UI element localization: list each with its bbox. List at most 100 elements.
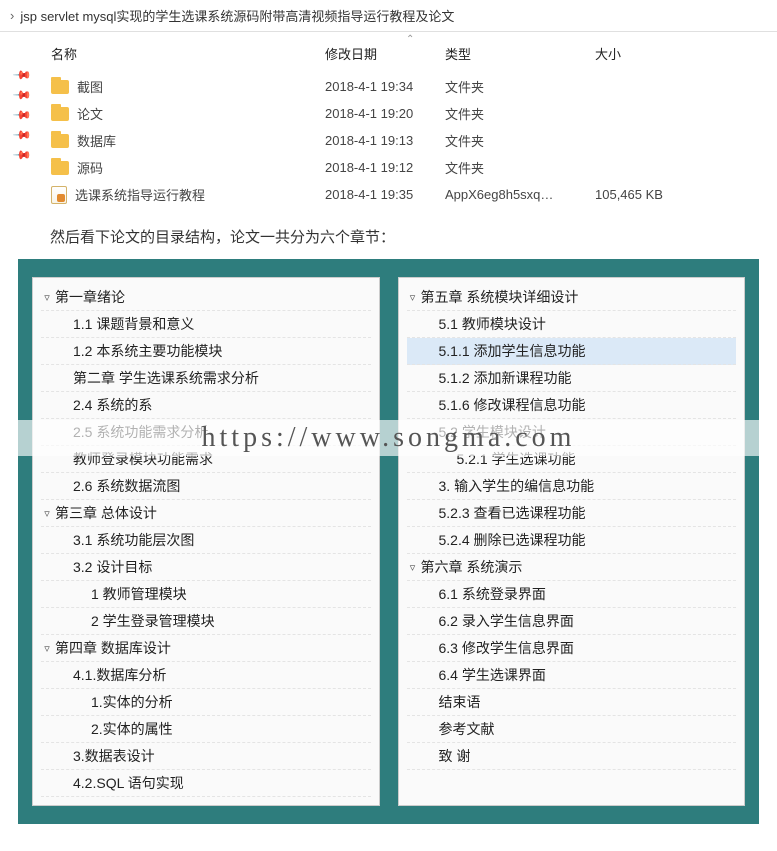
- pin-icon: 📌: [12, 85, 32, 105]
- toc-item[interactable]: 3. 输入学生的编信息功能: [407, 473, 737, 500]
- toc-item-label: 4.2.SQL 语句实现: [73, 773, 184, 793]
- toc-item[interactable]: ▿第三章 总体设计: [41, 500, 371, 527]
- toc-item[interactable]: 5.2.1 学生选课功能: [407, 446, 737, 473]
- file-type: 文件夹: [445, 158, 595, 177]
- toc-item[interactable]: 5.1.6 修改课程信息功能: [407, 392, 737, 419]
- toc-right-panel: ▿第五章 系统模块详细设计 5.1 教师模块设计 5.1.1 添加学生信息功能 5.1…: [398, 277, 746, 806]
- toc-item[interactable]: 5.2 学生模块设计: [407, 419, 737, 446]
- breadcrumb-title: jsp servlet mysql实现的学生选课系统源码附带高清视频指导运行教程…: [20, 6, 454, 25]
- toc-item-label: 5.2 学生模块设计: [439, 422, 546, 442]
- folder-icon: [51, 80, 69, 94]
- file-type: AppX6eg8h5sxq…: [445, 187, 595, 202]
- toc-item-label: 第三章 总体设计: [55, 503, 157, 523]
- toc-item[interactable]: 第二章 学生选课系统需求分析: [41, 365, 371, 392]
- toc-item-label: 2 学生登录管理模块: [91, 611, 215, 631]
- toc-item[interactable]: ▿第一章绪论: [41, 284, 371, 311]
- toc-item[interactable]: 2.6 系统数据流图: [41, 473, 371, 500]
- toc-left-panel: ▿第一章绪论1.1 课题背景和意义1.2 本系统主要功能模块第二章 学生选课系统…: [32, 277, 380, 806]
- toc-item[interactable]: 5.2.4 删除已选课程功能: [407, 527, 737, 554]
- toc-item-label: 6.1 系统登录界面: [439, 584, 546, 604]
- caret-icon: ▿: [41, 507, 53, 520]
- toc-item[interactable]: 4.1.数据库分析: [41, 662, 371, 689]
- toc-item[interactable]: 1.2 本系统主要功能模块: [41, 338, 371, 365]
- pin-column: 📌 📌 📌 📌 📌: [0, 32, 45, 208]
- toc-item[interactable]: 1.1 课题背景和意义: [41, 311, 371, 338]
- toc-item-label: 5.2.4 删除已选课程功能: [439, 530, 586, 550]
- toc-item[interactable]: 5.1.1 添加学生信息功能: [407, 338, 737, 365]
- file-name: 源码: [77, 158, 103, 177]
- toc-container: ▿第一章绪论1.1 课题背景和意义1.2 本系统主要功能模块第二章 学生选课系统…: [18, 259, 759, 824]
- toc-item-label: 5.1 教师模块设计: [439, 314, 546, 334]
- note-text: 然后看下论文的目录结构，论文一共分为六个章节：: [0, 208, 777, 259]
- toc-item[interactable]: 参考文献: [407, 716, 737, 743]
- toc-item[interactable]: 5.1.2 添加新课程功能: [407, 365, 737, 392]
- toc-item-label: 3.2 设计目标: [73, 557, 152, 577]
- folder-icon: [51, 161, 69, 175]
- toc-item[interactable]: 1 教师管理模块: [41, 581, 371, 608]
- toc-item[interactable]: 5.1 教师模块设计: [407, 311, 737, 338]
- file-date: 2018-4-1 19:20: [325, 106, 445, 121]
- caret-icon: ▿: [41, 642, 53, 655]
- caret-icon: ▿: [41, 291, 53, 304]
- toc-item[interactable]: ▿第六章 系统演示: [407, 554, 737, 581]
- pin-icon: 📌: [12, 65, 32, 85]
- file-row[interactable]: 数据库 2018-4-1 19:13文件夹: [45, 127, 767, 154]
- toc-item[interactable]: 5.2.3 查看已选课程功能: [407, 500, 737, 527]
- column-name[interactable]: 名称: [45, 44, 325, 63]
- toc-item[interactable]: 教师登录模块功能需求: [41, 446, 371, 473]
- toc-item-label: 结束语: [439, 692, 481, 712]
- file-name: 选课系统指导运行教程: [75, 185, 205, 204]
- toc-item-label: 5.1.2 添加新课程功能: [439, 368, 572, 388]
- file-row[interactable]: 截图2018-4-1 19:34文件夹: [45, 73, 767, 100]
- pin-icon: 📌: [12, 125, 32, 145]
- column-type[interactable]: 类型: [445, 44, 595, 63]
- toc-item[interactable]: 3.数据表设计: [41, 743, 371, 770]
- file-row[interactable]: 论文2018-4-1 19:20文件夹: [45, 100, 767, 127]
- breadcrumb[interactable]: › jsp servlet mysql实现的学生选课系统源码附带高清视频指导运行…: [0, 0, 777, 32]
- toc-item-label: 第四章 数据库设计: [55, 638, 171, 658]
- file-list: 截图2018-4-1 19:34文件夹论文2018-4-1 19:20文件夹数据…: [45, 73, 767, 208]
- toc-item-label: 致 谢: [439, 746, 471, 766]
- toc-item[interactable]: 6.3 修改学生信息界面: [407, 635, 737, 662]
- toc-item[interactable]: 4.2.SQL 语句实现: [41, 770, 371, 797]
- file-type: 文件夹: [445, 131, 595, 150]
- toc-item-label: 1.2 本系统主要功能模块: [73, 341, 222, 361]
- toc-item-label: 第一章绪论: [55, 287, 125, 307]
- toc-item[interactable]: 6.1 系统登录界面: [407, 581, 737, 608]
- toc-item-label: 6.4 学生选课界面: [439, 665, 546, 685]
- toc-item[interactable]: 2.5 系统功能需求分析: [41, 419, 371, 446]
- toc-item[interactable]: 2.实体的属性: [41, 716, 371, 743]
- toc-item-label: 2.5 系统功能需求分析: [73, 422, 208, 442]
- file-name: 数据库: [77, 131, 116, 150]
- sort-indicator-icon: ⌃: [406, 34, 414, 45]
- toc-item[interactable]: 2.4 系统的系: [41, 392, 371, 419]
- toc-item[interactable]: 结束语: [407, 689, 737, 716]
- file-row[interactable]: 选课系统指导运行教程2018-4-1 19:35AppX6eg8h5sxq…10…: [45, 181, 767, 208]
- toc-item-label: 教师登录模块功能需求: [73, 449, 213, 469]
- toc-item-label: 3.1 系统功能层次图: [73, 530, 194, 550]
- toc-item[interactable]: 2 学生登录管理模块: [41, 608, 371, 635]
- toc-item-label: 6.2 录入学生信息界面: [439, 611, 574, 631]
- toc-item[interactable]: 6.4 学生选课界面: [407, 662, 737, 689]
- column-date[interactable]: 修改日期: [325, 44, 445, 63]
- file-name: 截图: [77, 77, 103, 96]
- toc-item-label: 1.实体的分析: [91, 692, 173, 712]
- toc-item-label: 3.数据表设计: [73, 746, 155, 766]
- toc-item[interactable]: ▿第五章 系统模块详细设计: [407, 284, 737, 311]
- toc-item-label: 5.2.1 学生选课功能: [457, 449, 576, 469]
- file-date: 2018-4-1 19:13: [325, 133, 445, 148]
- toc-item[interactable]: 致 谢: [407, 743, 737, 770]
- toc-item-label: 2.4 系统的系: [73, 395, 152, 415]
- toc-item[interactable]: 1.实体的分析: [41, 689, 371, 716]
- column-size[interactable]: 大小: [595, 44, 695, 63]
- toc-item-label: 4.1.数据库分析: [73, 665, 166, 685]
- toc-item[interactable]: ▿第四章 数据库设计: [41, 635, 371, 662]
- toc-item[interactable]: 6.2 录入学生信息界面: [407, 608, 737, 635]
- caret-icon: ▿: [407, 561, 419, 574]
- file-date: 2018-4-1 19:12: [325, 160, 445, 175]
- pin-icon: 📌: [12, 145, 32, 165]
- toc-item[interactable]: 3.1 系统功能层次图: [41, 527, 371, 554]
- toc-item[interactable]: 3.2 设计目标: [41, 554, 371, 581]
- file-type: 文件夹: [445, 77, 595, 96]
- file-row[interactable]: 源码 2018-4-1 19:12文件夹: [45, 154, 767, 181]
